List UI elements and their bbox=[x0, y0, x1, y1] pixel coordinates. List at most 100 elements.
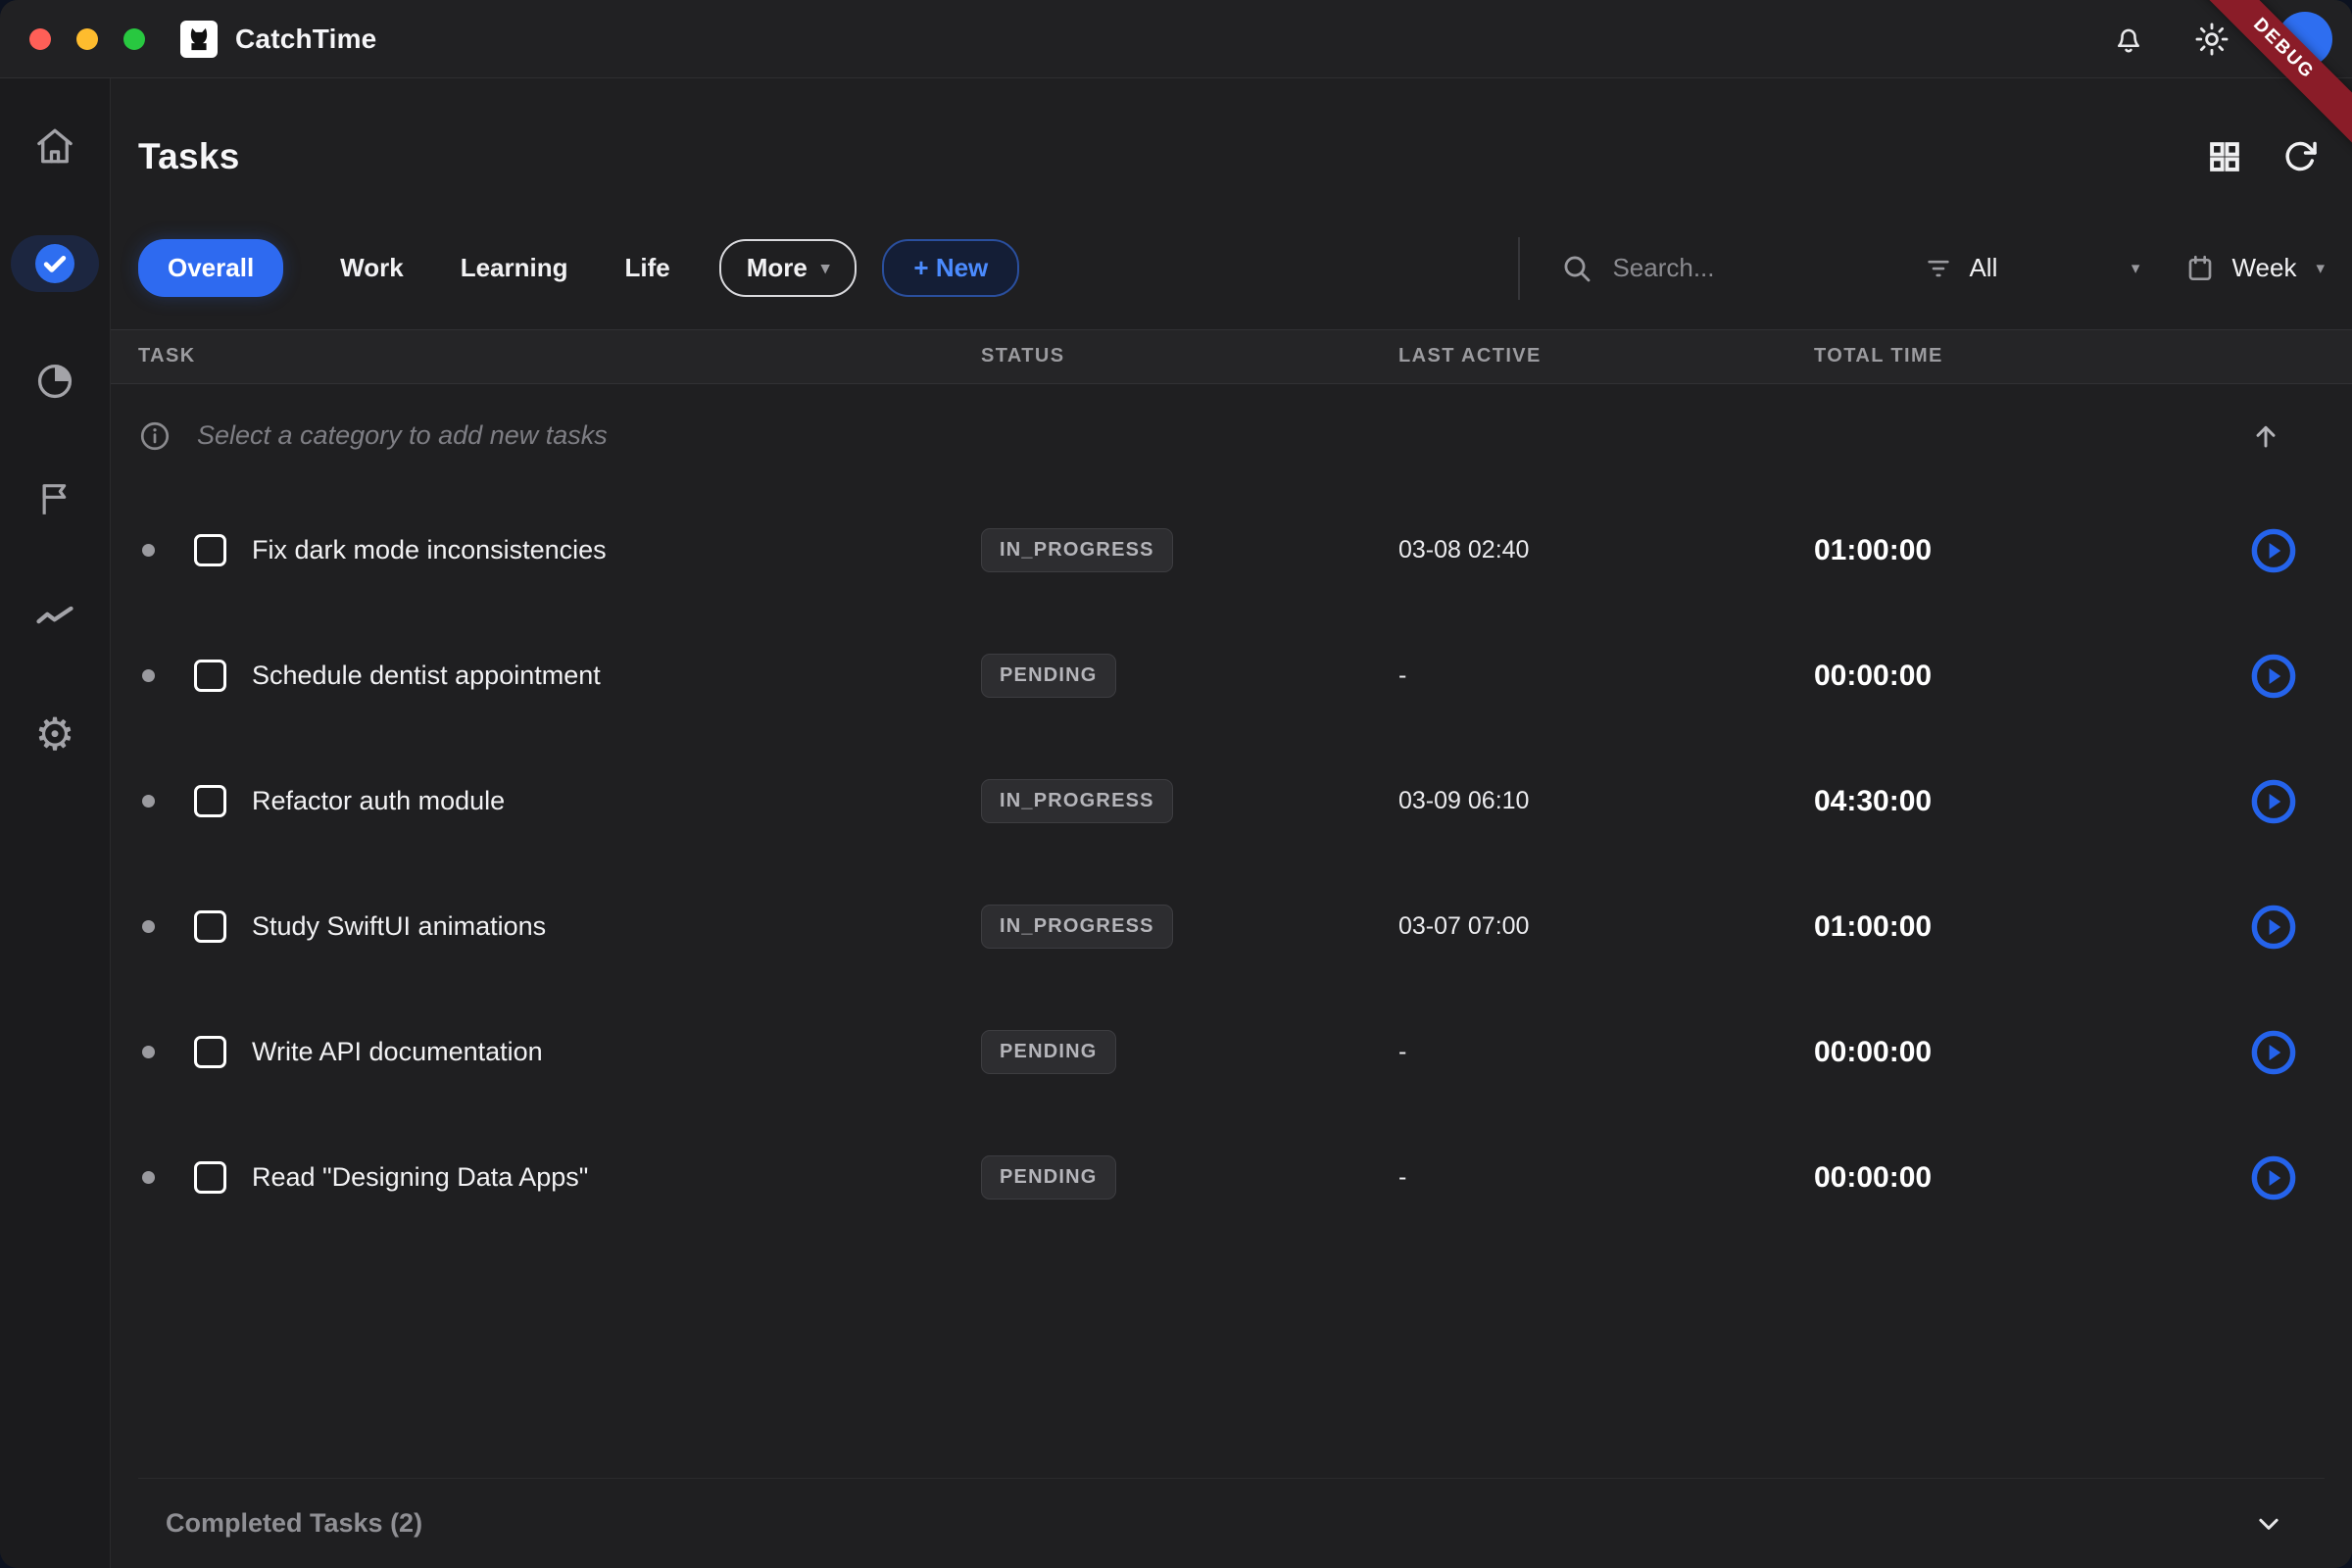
start-timer-play-button[interactable] bbox=[2250, 904, 2297, 951]
tab-learning[interactable]: Learning bbox=[461, 239, 568, 297]
total-time-value: 01:00:00 bbox=[1814, 910, 2139, 944]
more-label: More bbox=[747, 253, 808, 283]
table-row: Read "Designing Data Apps" PENDING - 00:… bbox=[138, 1115, 2325, 1241]
task-checkbox[interactable] bbox=[194, 1161, 226, 1194]
total-time-value: 04:30:00 bbox=[1814, 785, 2139, 818]
task-checkbox[interactable] bbox=[194, 910, 226, 943]
play-icon bbox=[2250, 904, 2297, 951]
app-logo-cat-icon bbox=[180, 21, 218, 58]
table-row: Refactor auth module IN_PROGRESS 03-09 0… bbox=[138, 739, 2325, 864]
play-icon bbox=[2250, 778, 2297, 825]
main-content: Tasks Overall Work Learning Life More ▾ bbox=[111, 78, 2352, 1568]
toolbar: Overall Work Learning Life More ▾ + New Sea… bbox=[111, 237, 2352, 300]
chevron-down-icon: ▾ bbox=[821, 259, 830, 278]
titlebar: CatchTime DEBUG bbox=[0, 0, 2352, 78]
close-window-button[interactable] bbox=[29, 28, 51, 50]
zoom-window-button[interactable] bbox=[123, 28, 145, 50]
chevron-down-icon: ▾ bbox=[2316, 259, 2325, 278]
scroll-top-arrow-icon[interactable] bbox=[2250, 420, 2281, 452]
table-row: Write API documentation PENDING - 00:00:… bbox=[138, 990, 2325, 1115]
status-filter-dropdown[interactable]: All ▾ bbox=[1924, 253, 2139, 283]
search-input[interactable]: Search... bbox=[1561, 253, 1924, 284]
table-header: TASK STATUS LAST ACTIVE TOTAL TIME bbox=[111, 329, 2352, 384]
tab-overall[interactable]: Overall bbox=[138, 239, 283, 297]
app-title: CatchTime bbox=[235, 24, 376, 55]
status-badge: IN_PROGRESS bbox=[981, 528, 1173, 572]
page-title: Tasks bbox=[138, 136, 240, 177]
new-task-button[interactable]: + New bbox=[882, 239, 1019, 297]
last-active-value: 03-09 06:10 bbox=[1398, 787, 1814, 815]
play-icon bbox=[2250, 1154, 2297, 1201]
more-categories-button[interactable]: More ▾ bbox=[719, 239, 858, 297]
status-badge: IN_PROGRESS bbox=[981, 905, 1173, 949]
completed-tasks-section[interactable]: Completed Tasks (2) bbox=[138, 1478, 2325, 1568]
sidebar-item-goals[interactable] bbox=[11, 470, 99, 527]
task-title: Read "Designing Data Apps" bbox=[252, 1162, 588, 1193]
total-time-value: 00:00:00 bbox=[1814, 1036, 2139, 1069]
calendar-icon bbox=[2184, 253, 2216, 284]
sidebar-item-home[interactable] bbox=[11, 118, 99, 174]
new-label: + New bbox=[913, 253, 988, 283]
info-icon bbox=[138, 419, 172, 453]
task-title: Fix dark mode inconsistencies bbox=[252, 535, 607, 565]
sidebar-item-stats[interactable] bbox=[11, 353, 99, 410]
task-checkbox[interactable] bbox=[194, 660, 226, 692]
table-row: Fix dark mode inconsistencies IN_PROGRES… bbox=[138, 488, 2325, 613]
grid-view-icon[interactable] bbox=[2207, 139, 2242, 174]
task-checkbox[interactable] bbox=[194, 785, 226, 817]
task-checkbox[interactable] bbox=[194, 534, 226, 566]
chevron-down-icon: ▾ bbox=[2132, 259, 2140, 278]
sidebar-nav: ⚙ bbox=[0, 78, 111, 1568]
start-timer-play-button[interactable] bbox=[2250, 1029, 2297, 1076]
time-range-value: Week bbox=[2231, 253, 2296, 283]
column-header-total-time: TOTAL TIME bbox=[1814, 345, 2139, 368]
task-checkbox[interactable] bbox=[194, 1036, 226, 1068]
total-time-value: 01:00:00 bbox=[1814, 534, 2139, 567]
start-timer-play-button[interactable] bbox=[2250, 527, 2297, 574]
search-placeholder: Search... bbox=[1612, 253, 1714, 283]
refresh-icon[interactable] bbox=[2281, 138, 2319, 175]
last-active-value: 03-08 02:40 bbox=[1398, 536, 1814, 564]
filter-icon bbox=[1924, 254, 1953, 283]
tab-work[interactable]: Work bbox=[340, 239, 404, 297]
task-title: Write API documentation bbox=[252, 1037, 543, 1067]
last-active-value: 03-07 07:00 bbox=[1398, 912, 1814, 941]
category-tabs: Overall Work Learning Life bbox=[138, 239, 670, 297]
search-icon bbox=[1561, 253, 1592, 284]
check-circle-icon bbox=[31, 240, 78, 287]
start-timer-play-button[interactable] bbox=[2250, 778, 2297, 825]
task-title: Study SwiftUI animations bbox=[252, 911, 546, 942]
time-range-dropdown[interactable]: Week ▾ bbox=[2184, 253, 2325, 284]
play-icon bbox=[2250, 653, 2297, 700]
last-active-value: - bbox=[1398, 1163, 1814, 1192]
notifications-bell-icon[interactable] bbox=[2111, 22, 2146, 57]
task-title: Refactor auth module bbox=[252, 786, 505, 816]
column-header-last-active: LAST ACTIVE bbox=[1398, 345, 1814, 368]
status-badge: PENDING bbox=[981, 654, 1116, 698]
toolbar-right: Search... All ▾ Week ▾ bbox=[1518, 237, 2325, 300]
last-active-value: - bbox=[1398, 662, 1814, 690]
theme-sun-icon[interactable] bbox=[2193, 21, 2230, 58]
pie-chart-icon bbox=[34, 361, 75, 402]
sidebar-item-trends[interactable] bbox=[11, 588, 99, 645]
status-badge: IN_PROGRESS bbox=[981, 779, 1173, 823]
tab-life[interactable]: Life bbox=[625, 239, 670, 297]
drag-handle-dot bbox=[142, 795, 155, 808]
status-badge: PENDING bbox=[981, 1155, 1116, 1200]
last-active-value: - bbox=[1398, 1038, 1814, 1066]
window-controls bbox=[29, 28, 145, 50]
start-timer-play-button[interactable] bbox=[2250, 653, 2297, 700]
task-rows: Fix dark mode inconsistencies IN_PROGRES… bbox=[138, 488, 2325, 1241]
app-window: CatchTime DEBUG bbox=[0, 0, 2352, 1568]
column-header-status: STATUS bbox=[981, 345, 1398, 368]
sidebar-item-tasks[interactable] bbox=[11, 235, 99, 292]
drag-handle-dot bbox=[142, 1171, 155, 1184]
start-timer-play-button[interactable] bbox=[2250, 1154, 2297, 1201]
minimize-window-button[interactable] bbox=[76, 28, 98, 50]
gear-icon: ⚙ bbox=[34, 711, 74, 757]
sidebar-item-settings[interactable]: ⚙ bbox=[11, 706, 99, 762]
category-hint-row: Select a category to add new tasks bbox=[138, 384, 2325, 488]
play-icon bbox=[2250, 1029, 2297, 1076]
table-row: Schedule dentist appointment PENDING - 0… bbox=[138, 613, 2325, 739]
total-time-value: 00:00:00 bbox=[1814, 660, 2139, 693]
